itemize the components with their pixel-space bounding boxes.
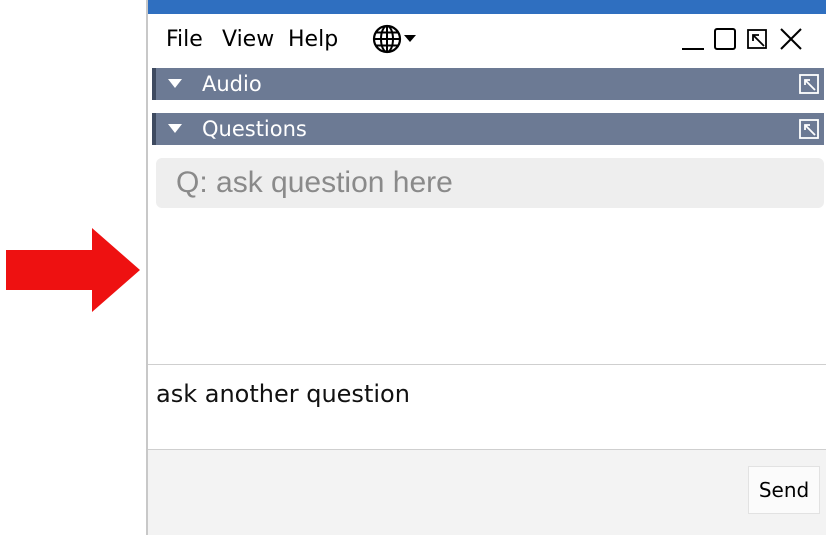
questions-window: File View Help Audio Questions Q: ask qu… [146,0,826,535]
audio-section-label: Audio [202,72,262,96]
menu-bar: File View Help [148,14,826,66]
chevron-down-icon [404,35,416,42]
popout-icon[interactable] [798,118,820,140]
divider [148,364,826,365]
menu-view[interactable]: View [222,26,274,54]
close-icon [780,28,802,50]
language-menu[interactable] [372,24,416,54]
popout-icon[interactable] [798,73,820,95]
minimize-button[interactable] [678,24,708,54]
menu-help[interactable]: Help [288,26,338,54]
collapse-triangle-icon [168,79,182,88]
maximize-icon [714,28,736,50]
send-button[interactable]: Send [748,466,820,514]
undock-button[interactable] [742,24,772,54]
questions-section-header[interactable]: Questions [152,113,824,145]
maximize-button[interactable] [710,24,740,54]
close-button[interactable] [776,24,806,54]
audio-section-header[interactable]: Audio [152,68,824,100]
globe-icon [372,24,402,54]
minimize-icon [682,48,704,50]
question-search-input[interactable] [156,158,824,208]
compose-text[interactable]: ask another question [156,379,410,409]
collapse-triangle-icon [168,124,182,133]
annotation-arrow-icon [6,228,140,312]
compose-footer: Send [148,450,826,535]
undock-icon [747,29,767,49]
window-title-strip [148,0,826,14]
menu-file[interactable]: File [166,26,203,54]
questions-list [148,212,826,364]
compose-area[interactable]: ask another question [148,366,826,448]
questions-section-label: Questions [202,117,307,141]
